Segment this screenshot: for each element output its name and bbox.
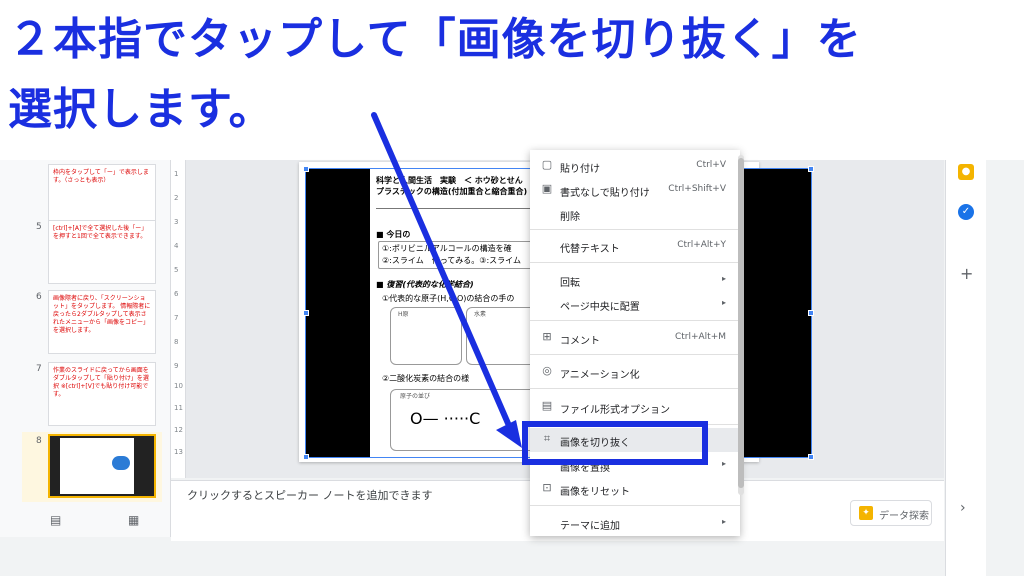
submenu-arrow-icon: ▸ — [721, 517, 726, 526]
speaker-notes-placeholder: クリックするとスピーカー ノートを追加できます — [187, 489, 433, 502]
thumbnail-view-bar: ▤ ▦ — [0, 507, 171, 537]
worksheet-goal-1: ①:ポリビニルアルコールの構造を確 — [382, 244, 512, 253]
menu-item-label: 代替テキスト — [560, 244, 620, 255]
menu-item-label: ファイル形式オプション — [560, 405, 670, 416]
resize-handle-br[interactable] — [808, 454, 814, 460]
menu-separator — [530, 262, 740, 263]
menu-item-delete[interactable]: 削除 — [530, 202, 740, 226]
instruction-line-2: 選択します。 — [8, 84, 274, 135]
animation-icon: ◎ — [542, 364, 552, 377]
menu-separator — [530, 354, 740, 355]
menu-item-center-on-page[interactable]: ページ中央に配置 ▸ — [530, 292, 740, 316]
slide-thumbnail-6[interactable]: 画像際者に戻り、「スクリーンショット」をタップします。 情報際者に戻ったら2ダブ… — [48, 290, 156, 354]
menu-item-shortcut: Ctrl+Shift+V — [668, 184, 726, 194]
comment-icon: ⊞ — [542, 330, 552, 343]
resize-handle-tr[interactable] — [808, 166, 814, 172]
menu-item-comment[interactable]: ⊞ コメント Ctrl+Alt+M — [530, 326, 740, 350]
menu-separator — [530, 229, 740, 230]
worksheet-review-1: ①代表的な原子(H,C,O)の結合の手の — [382, 294, 515, 303]
keep-icon[interactable]: ● — [958, 164, 974, 180]
menu-item-label: コメント — [560, 336, 600, 347]
worksheet-box-water-label: 水素 — [474, 311, 487, 318]
slide-number-7: 7 — [36, 364, 42, 374]
resize-handle-tl[interactable] — [303, 166, 309, 172]
menu-item-shortcut: Ctrl+Alt+Y — [677, 240, 726, 250]
slide-number-6: 6 — [36, 292, 42, 302]
tasks-icon[interactable]: ✓ — [958, 204, 974, 220]
paste-icon: ▢ — [541, 158, 553, 171]
side-panel: ● ✓ + › — [945, 160, 986, 576]
menu-item-format-options[interactable]: ▤ ファイル形式オプション — [530, 395, 740, 419]
worksheet-review-2: ②二酸化炭素の結合の様 — [382, 374, 470, 383]
menu-item-label: ページ中央に配置 — [560, 302, 640, 313]
add-addon-icon[interactable]: + — [960, 264, 973, 283]
image-black-border-left — [306, 169, 370, 457]
menu-separator — [530, 505, 740, 506]
menu-item-animate[interactable]: ◎ アニメーション化 — [530, 360, 740, 384]
thumbnail-text: 作業のスライドに戻ってから画面をダブルタップして「貼り付け」を選択 ※[ctrl… — [53, 367, 149, 398]
vertical-ruler: 123 456 789 10 11 12 13 — [171, 160, 186, 478]
slide-thumbnail-4[interactable]: 枠内をタップして「ー」で表示します。（さっとも表示） — [48, 164, 156, 228]
submenu-arrow-icon: ▸ — [721, 298, 726, 307]
explore-icon: ✦ — [859, 506, 873, 520]
worksheet-goal-2: ②:スライム 作ってみる。③:スライム — [382, 256, 522, 265]
slide-thumbnail-7[interactable]: 作業のスライドに戻ってから画面をダブルタップして「貼り付け」を選択 ※[ctrl… — [48, 362, 156, 426]
menu-separator — [530, 388, 740, 389]
menu-item-label: テーマに追加 — [560, 521, 620, 532]
menu-separator — [530, 320, 740, 321]
reset-image-icon: ⊡ — [542, 481, 552, 494]
slides-app: 枠内をタップして「ー」で表示します。（さっとも表示） 5 [ctrl]+[A]で… — [0, 160, 1024, 576]
grid-view-icon[interactable]: ▦ — [128, 513, 139, 527]
thumbnail-text: [ctrl]+[A]で全て選択した後「ー」を押すと1回で全て表示できます。 — [53, 225, 148, 240]
resize-handle-bl[interactable] — [303, 454, 309, 460]
paste-plain-icon: ▣ — [541, 182, 553, 195]
format-options-icon: ▤ — [541, 399, 553, 412]
instruction-line-1: ２本指でタップして「画像を切り抜く」を — [8, 14, 862, 65]
worksheet-review-heading: ■ 復習(代表的な化学結合) — [376, 280, 474, 289]
menu-item-label: 削除 — [560, 212, 580, 223]
menu-item-label: 画像をリセット — [560, 487, 630, 498]
menu-item-label: 書式なしで貼り付け — [560, 188, 650, 199]
explore-button[interactable]: ✦ データ探索 — [850, 500, 932, 526]
worksheet-box-h-label: H原 — [398, 311, 409, 318]
menu-item-add-to-theme[interactable]: テーマに追加 ▸ — [530, 511, 740, 535]
menu-scrollbar-thumb[interactable] — [738, 158, 744, 488]
resize-handle-mr[interactable] — [808, 310, 814, 316]
submenu-arrow-icon: ▸ — [721, 274, 726, 283]
menu-item-shortcut: Ctrl+Alt+M — [674, 332, 726, 342]
slide-thumbnail-panel[interactable]: 枠内をタップして「ー」で表示します。（さっとも表示） 5 [ctrl]+[A]で… — [0, 160, 171, 507]
context-menu: ▢ 貼り付け Ctrl+V ▣ 書式なしで貼り付け Ctrl+Shift+V 削… — [530, 150, 740, 536]
crop-image-highlight — [522, 421, 708, 465]
resize-handle-ml[interactable] — [303, 310, 309, 316]
menu-item-alt-text[interactable]: 代替テキスト Ctrl+Alt+Y — [530, 234, 740, 258]
menu-item-reset-image[interactable]: ⊡ 画像をリセット — [530, 477, 740, 501]
worksheet-formula: O— ·····C — [410, 409, 481, 428]
slide-number-8: 8 — [36, 436, 42, 446]
worksheet-co2-label: 原子の並び — [400, 393, 431, 400]
menu-item-paste[interactable]: ▢ 貼り付け Ctrl+V — [530, 154, 740, 178]
menu-item-shortcut: Ctrl+V — [696, 160, 726, 170]
worksheet-goal-heading: ■ 今日の — [376, 230, 411, 239]
menu-item-label: 回転 — [560, 278, 580, 289]
menu-item-label: 貼り付け — [560, 164, 600, 175]
explore-label: データ探索 — [879, 511, 929, 522]
thumbnail-text: 枠内をタップして「ー」で表示します。（さっとも表示） — [53, 169, 149, 184]
menu-item-rotate[interactable]: 回転 ▸ — [530, 268, 740, 292]
menu-item-paste-plain[interactable]: ▣ 書式なしで貼り付け Ctrl+Shift+V — [530, 178, 740, 202]
slide-thumbnail-5[interactable]: [ctrl]+[A]で全て選択した後「ー」を押すと1回で全て表示できます。 — [48, 220, 156, 284]
expand-panel-icon[interactable]: › — [960, 500, 966, 516]
slide-thumbnail-8[interactable] — [48, 434, 156, 498]
slide-number-5: 5 — [36, 222, 42, 232]
thumbnail-slime-image — [112, 456, 130, 470]
thumbnail-text: 画像際者に戻り、「スクリーンショット」をタップします。 情報際者に戻ったら2ダブ… — [53, 295, 151, 334]
submenu-arrow-icon: ▸ — [721, 459, 726, 468]
filmstrip-view-icon[interactable]: ▤ — [50, 513, 61, 527]
menu-item-label: アニメーション化 — [560, 370, 640, 381]
